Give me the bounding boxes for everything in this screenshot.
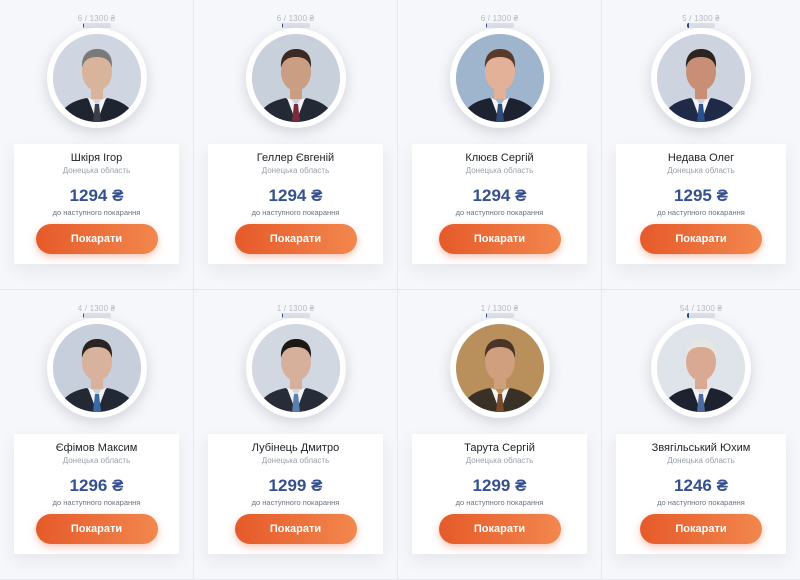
- candidate-card: Лубінець Дмитро Донецька область 1299 ₴ …: [208, 434, 383, 554]
- candidate-card: Геллер Євгеній Донецька область 1294 ₴ д…: [208, 144, 383, 264]
- price-value: 1294 ₴: [69, 186, 124, 205]
- progress-fill: [281, 23, 284, 28]
- avatar-frame: [245, 318, 346, 418]
- progress-fill: [485, 313, 488, 318]
- progress-fill: [485, 23, 488, 28]
- candidate-name: Лубінець Дмитро: [251, 442, 340, 454]
- punish-button[interactable]: Покарати: [640, 514, 762, 544]
- candidate-cell: 6 / 1300 ₴ Геллер Євгеній Донецька облас…: [194, 0, 398, 290]
- punish-button[interactable]: Покарати: [234, 514, 357, 544]
- candidate-region: Донецька область: [261, 166, 330, 175]
- avatar-frame: [46, 28, 147, 128]
- person-portrait-icon: [251, 324, 340, 412]
- avatar: [657, 34, 745, 122]
- progress-fill: [281, 313, 284, 318]
- person-portrait-icon: [455, 324, 544, 412]
- price-caption: до наступного покарання: [455, 498, 544, 507]
- price-value: 1299 ₴: [472, 476, 527, 495]
- progress-label: 6 / 1300 ₴: [276, 14, 315, 23]
- candidate-name: Звягільський Юхим: [651, 442, 751, 454]
- avatar-frame: [46, 318, 147, 418]
- person-portrait-icon: [251, 34, 340, 122]
- candidate-name: Геллер Євгеній: [256, 152, 335, 164]
- progress-label: 1 / 1300 ₴: [480, 304, 519, 313]
- candidate-cell: 54 / 1300 ₴ Звягільський Юхим Донецька о…: [602, 290, 800, 580]
- avatar: [52, 34, 141, 122]
- price-value: 1299 ₴: [268, 476, 323, 495]
- progress-fill: [687, 23, 689, 28]
- candidate-cell: 6 / 1300 ₴ Шкіря Ігор Донецька область 1…: [0, 0, 194, 290]
- candidate-region: Донецька область: [62, 456, 131, 465]
- person-portrait-icon: [52, 324, 141, 412]
- avatar: [455, 34, 544, 122]
- candidate-card: Клюєв Сергій Донецька область 1294 ₴ до …: [412, 144, 587, 264]
- progress-label: 6 / 1300 ₴: [77, 14, 116, 23]
- avatar: [251, 324, 340, 412]
- candidate-card: Шкіря Ігор Донецька область 1294 ₴ до на…: [14, 144, 179, 264]
- price-value: 1294 ₴: [472, 186, 527, 205]
- person-portrait-icon: [52, 34, 141, 122]
- punish-button[interactable]: Покарати: [640, 224, 762, 254]
- avatar: [52, 324, 141, 412]
- candidate-cell: 6 / 1300 ₴ Клюєв Сергій Донецька область: [398, 0, 602, 290]
- candidate-name: Тарута Сергій: [464, 442, 535, 454]
- price-caption: до наступного покарання: [657, 498, 745, 507]
- progress-label: 1 / 1300 ₴: [276, 304, 315, 313]
- avatar: [455, 324, 544, 412]
- progress-fill: [82, 313, 85, 318]
- avatar: [657, 324, 745, 412]
- avatar-frame: [651, 318, 751, 418]
- price-value: 1296 ₴: [69, 476, 124, 495]
- person-portrait-icon: [455, 34, 544, 122]
- candidate-card: Єфімов Максим Донецька область 1296 ₴ до…: [14, 434, 179, 554]
- candidate-region: Донецька область: [465, 166, 534, 175]
- price-value: 1295 ₴: [674, 186, 728, 205]
- person-portrait-icon: [657, 324, 745, 412]
- candidate-region: Донецька область: [261, 456, 330, 465]
- progress-fill: [82, 23, 85, 28]
- price-caption: до наступного покарання: [52, 498, 141, 507]
- avatar-frame: [651, 28, 751, 128]
- price-caption: до наступного покарання: [657, 208, 745, 217]
- avatar: [251, 34, 340, 122]
- candidate-region: Донецька область: [667, 166, 735, 175]
- avatar-frame: [449, 28, 550, 128]
- progress-label: 54 / 1300 ₴: [679, 304, 723, 313]
- candidate-cell: 5 / 1300 ₴ Недава Олег Донецька область …: [602, 0, 800, 290]
- candidate-region: Донецька область: [667, 456, 735, 465]
- price-caption: до наступного покарання: [251, 208, 340, 217]
- punish-button[interactable]: Покарати: [438, 514, 561, 544]
- candidate-name: Клюєв Сергій: [465, 152, 534, 164]
- candidate-card: Тарута Сергій Донецька область 1299 ₴ до…: [412, 434, 587, 554]
- price-caption: до наступного покарання: [455, 208, 544, 217]
- candidate-cell: 1 / 1300 ₴ Лубінець Дмитро Донецька обла…: [194, 290, 398, 580]
- progress-label: 4 / 1300 ₴: [77, 304, 116, 313]
- avatar-frame: [245, 28, 346, 128]
- price-value: 1246 ₴: [674, 476, 728, 495]
- punish-button[interactable]: Покарати: [35, 514, 158, 544]
- candidate-cell: 4 / 1300 ₴ Єфімов Максим Донецька област…: [0, 290, 194, 580]
- progress-fill: [687, 313, 689, 318]
- progress-label: 5 / 1300 ₴: [682, 14, 720, 23]
- person-portrait-icon: [657, 34, 745, 122]
- candidate-region: Донецька область: [465, 456, 534, 465]
- punish-button[interactable]: Покарати: [35, 224, 158, 254]
- candidate-name: Недава Олег: [667, 152, 735, 164]
- price-caption: до наступного покарання: [251, 498, 340, 507]
- candidate-name: Шкіря Ігор: [70, 152, 123, 164]
- punish-button[interactable]: Покарати: [234, 224, 357, 254]
- candidate-name: Єфімов Максим: [55, 442, 138, 454]
- punish-button[interactable]: Покарати: [438, 224, 561, 254]
- candidate-region: Донецька область: [62, 166, 131, 175]
- price-caption: до наступного покарання: [52, 208, 141, 217]
- price-value: 1294 ₴: [268, 186, 323, 205]
- candidate-cell: 1 / 1300 ₴ Тарута Сергій Донецька област…: [398, 290, 602, 580]
- avatar-frame: [449, 318, 550, 418]
- progress-label: 6 / 1300 ₴: [480, 14, 519, 23]
- candidates-grid: 6 / 1300 ₴ Шкіря Ігор Донецька область 1…: [0, 0, 800, 580]
- candidate-card: Недава Олег Донецька область 1295 ₴ до н…: [616, 144, 786, 264]
- candidate-card: Звягільський Юхим Донецька область 1246 …: [616, 434, 786, 554]
